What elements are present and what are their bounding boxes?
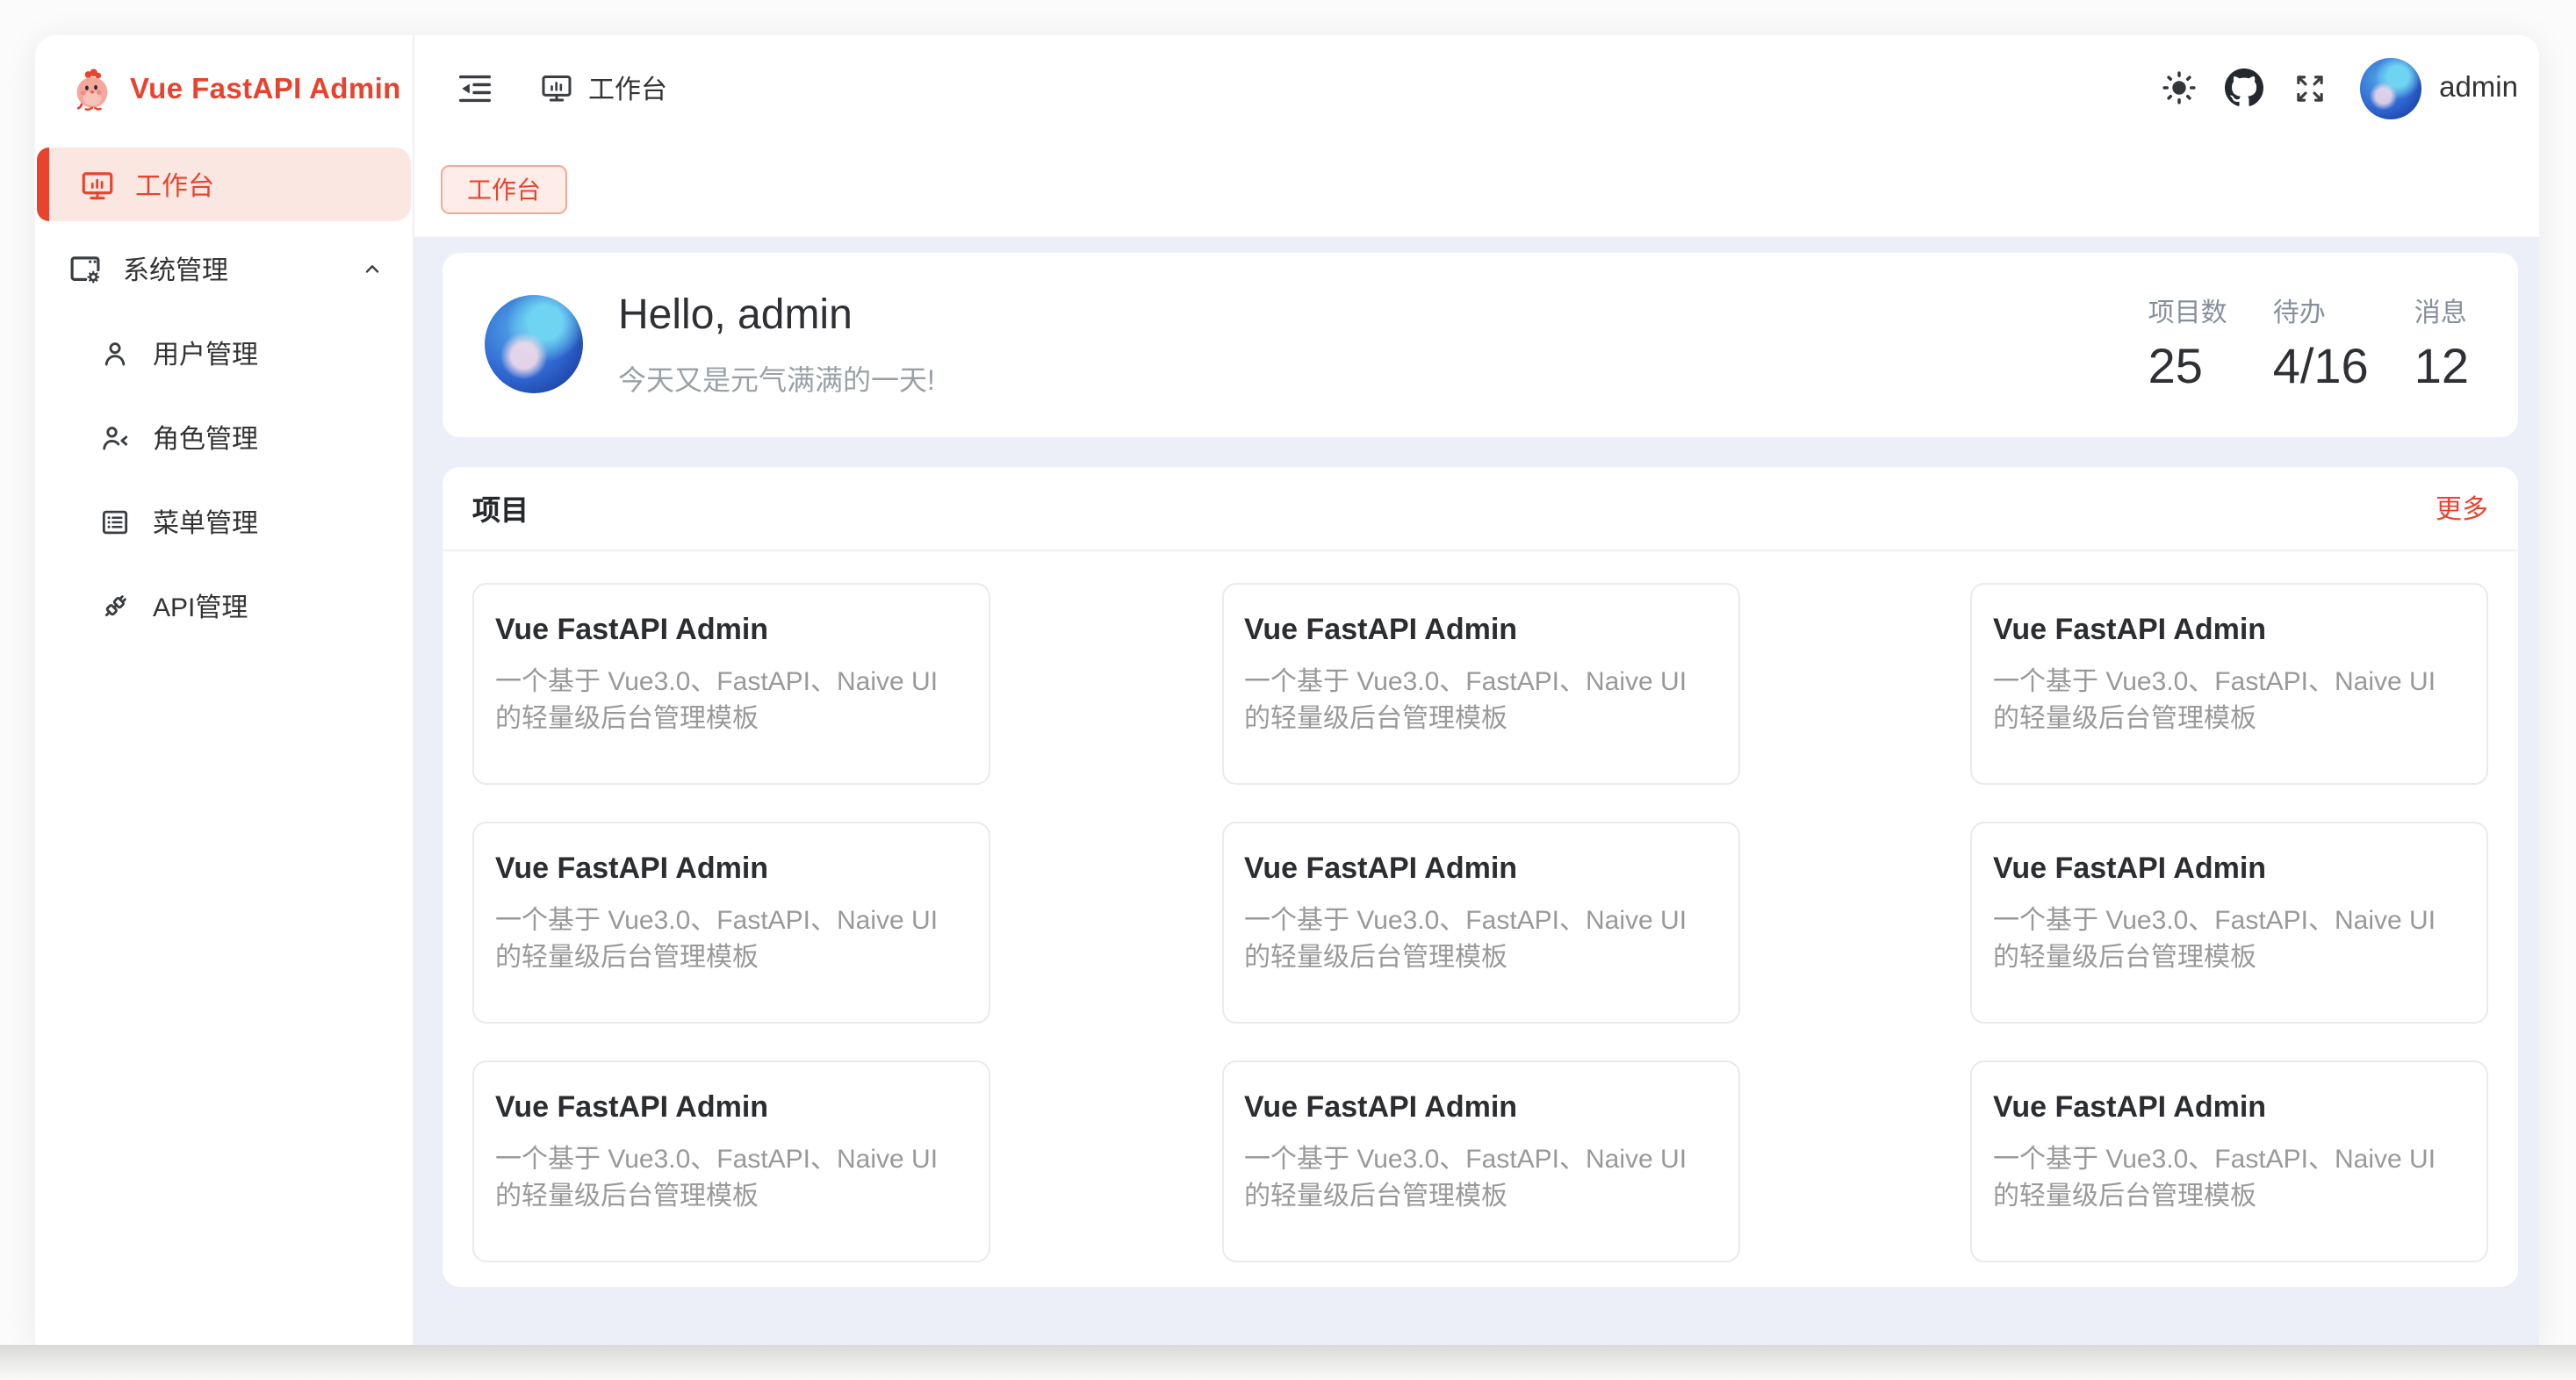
user-icon: [98, 336, 132, 370]
username[interactable]: admin: [2439, 71, 2518, 104]
project-card[interactable]: Vue FastAPI Admin 一个基于 Vue3.0、FastAPI、Na…: [472, 821, 990, 1023]
project-card[interactable]: Vue FastAPI Admin 一个基于 Vue3.0、FastAPI、Na…: [1970, 1060, 2488, 1261]
menu-list-icon: [98, 505, 132, 538]
topbar: 工作台: [414, 35, 2539, 140]
sidebar: Vue FastAPI Admin 工作台: [35, 35, 414, 1345]
project-card-title: Vue FastAPI Admin: [1993, 851, 2465, 886]
project-card-description: 一个基于 Vue3.0、FastAPI、Naive UI 的轻量级后台管理模板: [1244, 1140, 1716, 1214]
tag-workbench[interactable]: 工作台: [441, 164, 567, 213]
content: Hello, admin 今天又是元气满满的一天! 项目数 25 待办 4/16: [414, 237, 2539, 1345]
welcome-avatar: [485, 295, 583, 393]
monitor-dashboard-icon: [79, 166, 116, 203]
project-card-title: Vue FastAPI Admin: [495, 851, 968, 886]
chevron-up-icon: [358, 255, 386, 283]
theme-sun-icon: [2160, 68, 2198, 107]
projects-card: 项目 更多 Vue FastAPI Admin 一个基于 Vue3.0、Fast…: [443, 466, 2518, 1286]
project-card-title: Vue FastAPI Admin: [495, 1089, 968, 1125]
project-card-title: Vue FastAPI Admin: [495, 612, 968, 647]
project-card[interactable]: Vue FastAPI Admin 一个基于 Vue3.0、FastAPI、Na…: [1970, 821, 2488, 1023]
stat-value: 4/16: [2273, 339, 2369, 395]
sidebar-item-roles[interactable]: 角色管理: [35, 400, 413, 474]
sidebar-item-workbench[interactable]: 工作台: [37, 147, 411, 221]
sidebar-item-label: 用户管理: [153, 334, 258, 371]
project-card[interactable]: Vue FastAPI Admin 一个基于 Vue3.0、FastAPI、Na…: [472, 1060, 990, 1261]
project-card-description: 一个基于 Vue3.0、FastAPI、Naive UI 的轻量级后台管理模板: [1993, 663, 2465, 737]
page: Vue FastAPI Admin 工作台: [0, 0, 2576, 1380]
sidebar-item-label: 系统管理: [123, 250, 228, 287]
project-card-title: Vue FastAPI Admin: [1993, 612, 2465, 647]
sidebar-item-label: 菜单管理: [153, 503, 258, 540]
welcome-greeting: Hello, admin: [618, 291, 935, 340]
chick-logo-icon: [68, 66, 116, 113]
project-card-title: Vue FastAPI Admin: [1993, 1089, 2465, 1125]
sidebar-item-api[interactable]: API管理: [35, 569, 413, 643]
project-card-description: 一个基于 Vue3.0、FastAPI、Naive UI 的轻量级后台管理模板: [1993, 902, 2465, 975]
projects-grid: Vue FastAPI Admin 一个基于 Vue3.0、FastAPI、Na…: [443, 550, 2518, 1261]
github-icon: [2225, 68, 2263, 107]
brand-title: Vue FastAPI Admin: [130, 73, 401, 106]
project-card[interactable]: Vue FastAPI Admin 一个基于 Vue3.0、FastAPI、Na…: [1970, 582, 2488, 784]
project-card-description: 一个基于 Vue3.0、FastAPI、Naive UI 的轻量级后台管理模板: [1993, 1140, 2465, 1214]
main-area: 工作台: [414, 35, 2539, 1345]
project-card-title: Vue FastAPI Admin: [1244, 851, 1716, 886]
sidebar-item-menus[interactable]: 菜单管理: [35, 485, 413, 558]
stat-projects: 项目数 25: [2148, 293, 2227, 395]
github-button[interactable]: [2214, 58, 2274, 118]
sidebar-item-label: 角色管理: [153, 419, 258, 456]
topbar-actions: admin: [2144, 57, 2518, 119]
current-page-label: 工作台: [588, 69, 667, 106]
projects-title: 项目: [472, 486, 529, 528]
projects-more-link[interactable]: 更多: [2436, 489, 2488, 526]
tagbar: 工作台: [414, 140, 2539, 237]
api-plug-icon: [98, 589, 132, 622]
project-card[interactable]: Vue FastAPI Admin 一个基于 Vue3.0、FastAPI、Na…: [1221, 582, 1739, 784]
fullscreen-button[interactable]: [2279, 58, 2339, 118]
sidebar-item-users[interactable]: 用户管理: [35, 316, 413, 390]
theme-toggle-button[interactable]: [2149, 58, 2209, 118]
project-card[interactable]: Vue FastAPI Admin 一个基于 Vue3.0、FastAPI、Na…: [1221, 821, 1739, 1023]
user-avatar[interactable]: [2360, 57, 2421, 119]
stat-label: 待办: [2273, 293, 2369, 330]
sidebar-submenu-system: 用户管理 角色管理: [35, 316, 413, 643]
welcome-message: 今天又是元气满满的一天!: [618, 356, 935, 398]
sidebar-item-system[interactable]: 系统管理: [37, 232, 411, 305]
project-card-title: Vue FastAPI Admin: [1244, 612, 1716, 647]
project-card[interactable]: Vue FastAPI Admin 一个基于 Vue3.0、FastAPI、Na…: [472, 582, 990, 784]
window-settings-icon: [67, 250, 104, 287]
screenshot-bottom-fade: [0, 1345, 2576, 1380]
app-window: Vue FastAPI Admin 工作台: [35, 35, 2539, 1345]
stat-label: 项目数: [2148, 293, 2227, 330]
stat-messages: 消息 12: [2414, 293, 2469, 395]
stat-value: 25: [2148, 339, 2227, 395]
sidebar-item-label: API管理: [153, 587, 248, 624]
project-card-description: 一个基于 Vue3.0、FastAPI、Naive UI 的轻量级后台管理模板: [495, 902, 968, 975]
projects-header: 项目 更多: [443, 466, 2518, 550]
sidebar-item-label: 工作台: [135, 166, 214, 203]
project-card-description: 一个基于 Vue3.0、FastAPI、Naive UI 的轻量级后台管理模板: [495, 1140, 968, 1214]
stat-label: 消息: [2414, 293, 2469, 330]
project-card-description: 一个基于 Vue3.0、FastAPI、Naive UI 的轻量级后台管理模板: [1244, 663, 1716, 737]
welcome-card: Hello, admin 今天又是元气满满的一天! 项目数 25 待办 4/16: [443, 252, 2518, 436]
project-card[interactable]: Vue FastAPI Admin 一个基于 Vue3.0、FastAPI、Na…: [1221, 1060, 1739, 1261]
sidebar-menu: 工作台 系统管理: [35, 144, 413, 643]
project-card-description: 一个基于 Vue3.0、FastAPI、Naive UI 的轻量级后台管理模板: [495, 663, 968, 737]
role-icon: [98, 420, 132, 454]
collapse-sidebar-icon: [454, 68, 494, 108]
monitor-icon: [539, 70, 574, 105]
current-page-indicator: 工作台: [539, 69, 667, 106]
project-card-description: 一个基于 Vue3.0、FastAPI、Naive UI 的轻量级后台管理模板: [1244, 902, 1716, 975]
fullscreen-icon: [2291, 69, 2328, 106]
brand[interactable]: Vue FastAPI Admin: [35, 35, 413, 144]
stat-todos: 待办 4/16: [2273, 293, 2369, 395]
stats: 项目数 25 待办 4/16 消息 12: [2148, 293, 2469, 395]
welcome-text: Hello, admin 今天又是元气满满的一天!: [618, 291, 935, 398]
collapse-sidebar-button[interactable]: [444, 58, 504, 118]
project-card-title: Vue FastAPI Admin: [1244, 1089, 1716, 1125]
stat-value: 12: [2414, 339, 2469, 395]
